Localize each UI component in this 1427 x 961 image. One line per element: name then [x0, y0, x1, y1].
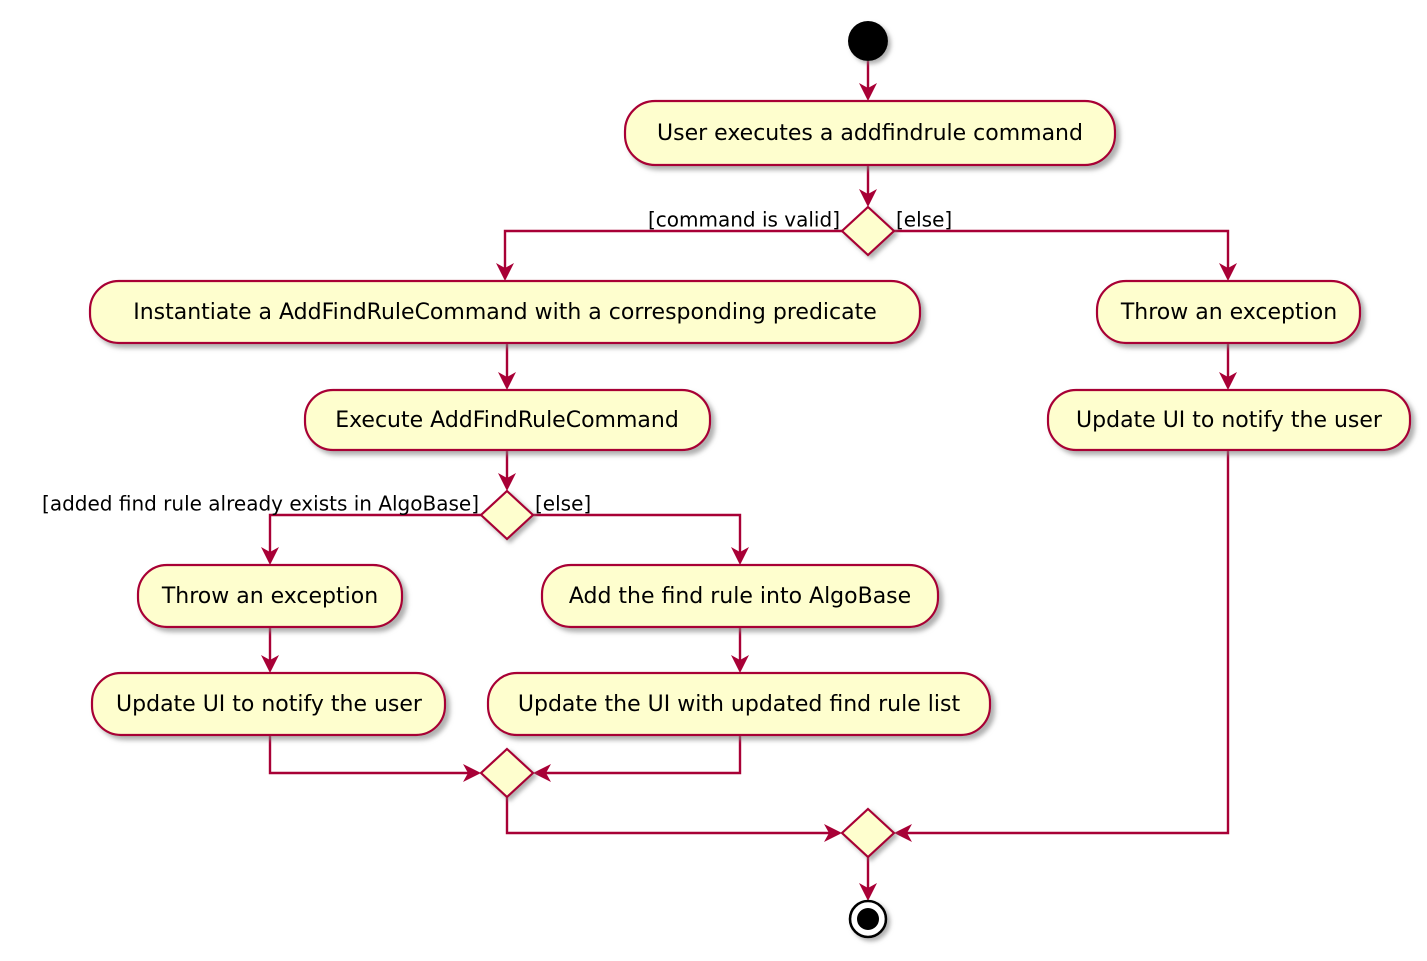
final-node: [848, 899, 888, 939]
action-execute-command-label: Execute AddFindRuleCommand: [335, 408, 679, 433]
edge-execute-to-decision-exists: [498, 450, 516, 491]
edge-exists-else-to-add-rule: [533, 513, 749, 565]
action-throw-exception-left[interactable]: Throw an exception: [136, 563, 404, 629]
decision-command-is-valid[interactable]: [840, 205, 896, 257]
action-user-executes-command[interactable]: User executes a addfindrule command: [623, 99, 1117, 167]
merge-node-inner: [479, 747, 535, 799]
edge-update-list-to-merge-inner: [533, 735, 742, 782]
initial-node: [848, 21, 888, 61]
action-instantiate-command-label: Instantiate a AddFindRuleCommand with a …: [133, 300, 877, 325]
action-add-find-rule-label: Add the find rule into AlgoBase: [569, 584, 911, 609]
action-update-ui-notify-left-label: Update UI to notify the user: [116, 692, 423, 717]
edge-throw-right-to-update-ui-right: [1219, 343, 1237, 390]
action-instantiate-command[interactable]: Instantiate a AddFindRuleCommand with a …: [88, 279, 922, 345]
action-execute-command[interactable]: Execute AddFindRuleCommand: [303, 388, 712, 452]
edge-instantiate-to-execute: [498, 343, 516, 390]
edge-exists-to-throw-left: [261, 513, 481, 565]
edge-user-executes-to-decision: [859, 165, 877, 207]
action-update-ui-notify-left[interactable]: Update UI to notify the user: [90, 671, 447, 737]
guard-else-top: [else]: [896, 208, 952, 232]
action-add-find-rule[interactable]: Add the find rule into AlgoBase: [540, 563, 940, 629]
edge-throw-left-to-update-ui-left: [261, 627, 279, 673]
edge-start-to-user-executes: [859, 61, 877, 101]
edge-decision-else-to-throw-right: [894, 229, 1237, 281]
guard-else-mid: [else]: [535, 492, 591, 516]
activity-diagram-canvas: User executes a addfindrule command [com…: [0, 0, 1427, 961]
guard-command-is-valid: [command is valid]: [648, 208, 840, 232]
edge-merge-outer-to-end: [859, 857, 877, 901]
action-throw-exception-left-label: Throw an exception: [161, 584, 378, 609]
action-update-ui-notify-right-label: Update UI to notify the user: [1076, 408, 1383, 433]
action-update-ui-find-rule-list-label: Update the UI with updated find rule lis…: [518, 692, 961, 717]
edge-update-ui-right-to-merge-outer: [894, 450, 1230, 842]
action-update-ui-notify-right[interactable]: Update UI to notify the user: [1046, 388, 1412, 452]
edge-update-ui-left-to-merge-inner: [268, 735, 481, 782]
action-throw-exception-right-label: Throw an exception: [1120, 300, 1337, 325]
edges-layer: [261, 61, 1237, 901]
action-update-ui-find-rule-list[interactable]: Update the UI with updated find rule lis…: [486, 671, 992, 737]
action-user-executes-command-label: User executes a addfindrule command: [657, 121, 1083, 146]
action-throw-exception-right[interactable]: Throw an exception: [1095, 279, 1362, 345]
edge-decision-valid-to-instantiate: [496, 229, 842, 281]
merge-node-outer: [840, 807, 896, 859]
uml-activity-diagram: User executes a addfindrule command [com…: [42, 21, 1412, 939]
decision-rule-already-exists[interactable]: [479, 489, 535, 541]
edge-add-rule-to-update-list: [731, 627, 749, 673]
guard-rule-already-exists: [added find rule already exists in AlgoB…: [42, 492, 479, 516]
edge-merge-inner-to-merge-outer: [505, 797, 842, 842]
